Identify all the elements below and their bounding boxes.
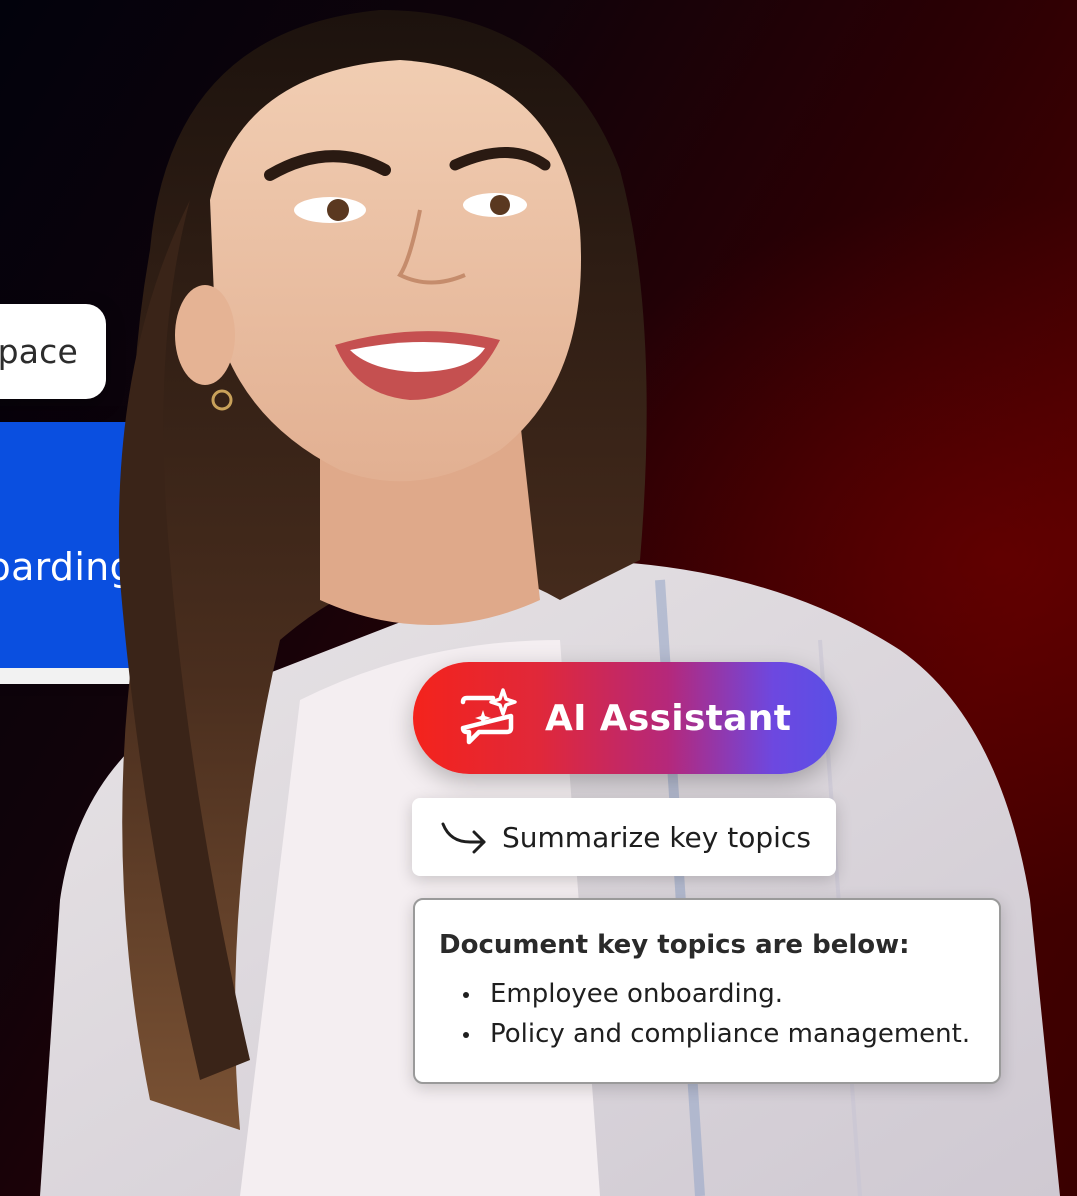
ai-assistant-label: AI Assistant	[545, 697, 792, 739]
answer-list: Employee onboarding. Policy and complian…	[439, 974, 975, 1054]
list-item: Employee onboarding.	[439, 974, 975, 1014]
list-item: Policy and compliance management.	[439, 1014, 975, 1054]
ai-assistant-button[interactable]: AI Assistant	[413, 662, 837, 774]
reply-arrow-icon	[441, 822, 486, 854]
prompt-text: Summarize key topics	[502, 820, 811, 854]
summarize-prompt-chip[interactable]: Summarize key topics	[412, 798, 836, 876]
ai-chat-sparkle-icon	[460, 688, 517, 745]
answer-title: Document key topics are below:	[439, 930, 910, 960]
answer-card: Document key topics are below: Employee …	[413, 898, 1001, 1084]
